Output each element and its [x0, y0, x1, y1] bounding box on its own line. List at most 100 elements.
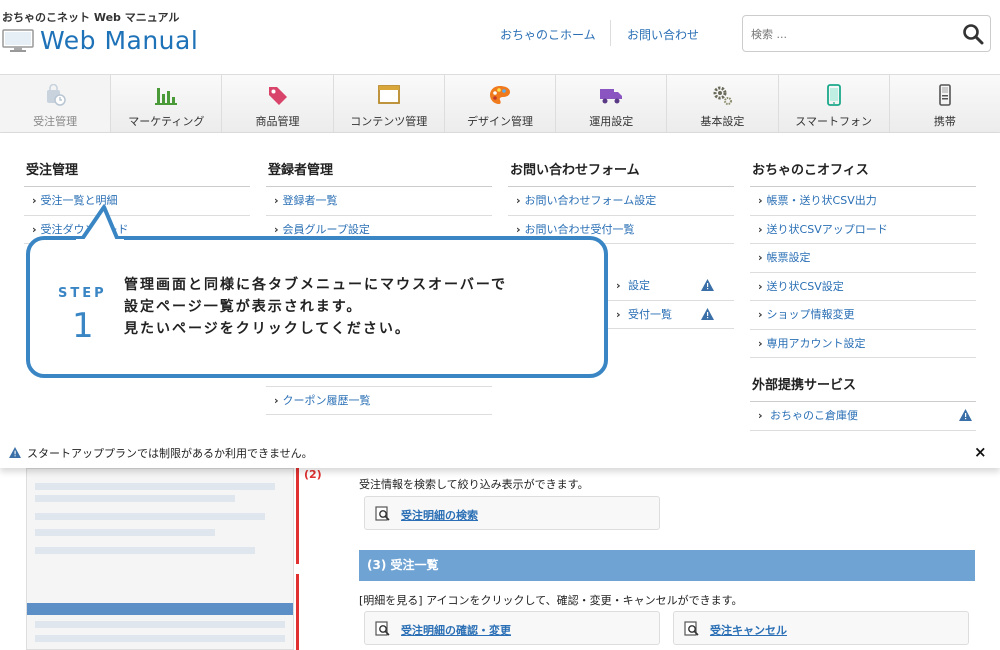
callout-line: 管理画面と同様に各タブメニューにマウスオーバーで	[124, 277, 508, 293]
menu-item[interactable]: お問い合わせフォーム設定	[508, 187, 734, 216]
menu-item[interactable]: クーポン履歴一覧	[266, 387, 492, 415]
order-icon	[47, 84, 66, 106]
menu-item[interactable]: 帳票設定	[750, 244, 976, 273]
warning-icon	[701, 307, 714, 320]
search-icon[interactable]	[962, 23, 984, 45]
menu-heading: 登録者管理	[266, 133, 492, 187]
menu-heading: 受注管理	[24, 133, 250, 187]
magnifier-doc-icon	[375, 621, 390, 636]
nav-tab-mobile[interactable]: 携帯	[890, 75, 1000, 132]
nav-tab-design[interactable]: デザイン管理	[445, 75, 557, 132]
section-heading: (3) 受注一覧	[359, 550, 975, 581]
search-box[interactable]	[742, 15, 991, 52]
nav-label: 商品管理	[255, 115, 300, 128]
nav-tab-contents[interactable]: コンテンツ管理	[334, 75, 445, 132]
thumbnail-row	[35, 483, 275, 490]
menu-item[interactable]: 専用アカウント設定	[750, 330, 976, 358]
plan-notice: スタートアッププランでは制限があるか利用できません。 ×	[0, 440, 1000, 465]
thumbnail-row	[35, 513, 265, 520]
order-cancel-link[interactable]: 受注キャンセル	[673, 611, 969, 645]
nav-tab-products[interactable]: 商品管理	[222, 75, 334, 132]
nav-label: 携帯	[933, 115, 956, 128]
step-number: 1	[72, 306, 94, 346]
marker-number: (2)	[304, 468, 322, 481]
monitor-icon	[2, 28, 34, 52]
menu-item[interactable]: 帳票・送り状CSV出力	[750, 187, 976, 216]
tag-icon	[268, 87, 287, 105]
warning-icon	[701, 279, 714, 291]
menu-item[interactable]: 送り状CSV設定	[750, 273, 976, 301]
callout-line: 見たいページをクリックしてください。	[124, 321, 411, 337]
window-icon	[377, 85, 400, 104]
thumbnail-header-bar	[27, 603, 293, 615]
menu-heading: おちゃのこオフィス	[750, 133, 976, 187]
menu-item[interactable]: 送り状CSVアップロード	[750, 216, 976, 244]
nav-label: 基本設定	[700, 115, 745, 128]
brand-name: Web Manual	[40, 26, 199, 55]
site-header: おちゃのこネット Web マニュアル Web Manual おちゃのこホーム お…	[0, 0, 1000, 74]
link-label: 受注明細の検索	[401, 509, 478, 522]
menu-item[interactable]: 登録者一覧	[266, 187, 492, 216]
callout-pointer	[76, 205, 124, 245]
palette-icon	[489, 86, 510, 104]
nav-label: 受注管理	[33, 115, 78, 128]
nav-tab-basic-settings[interactable]: 基本設定	[667, 75, 779, 132]
site-caption: おちゃのこネット Web マニュアル	[2, 11, 180, 24]
nav-tab-smartphone[interactable]: スマートフォン	[779, 75, 890, 132]
menu-item-label: 受付一覧	[628, 307, 673, 321]
nav-label: コンテンツ管理	[350, 115, 428, 128]
thumbnail-row	[35, 621, 285, 628]
order-detail-link[interactable]: 受注明細の確認・変更	[364, 611, 660, 645]
close-icon[interactable]: ×	[974, 443, 987, 461]
nav-tab-orders[interactable]: 受注管理	[0, 75, 112, 132]
magnifier-doc-icon	[375, 506, 390, 521]
link-label: 受注キャンセル	[710, 624, 787, 637]
menu-item[interactable]: おちゃのこ倉庫便	[750, 402, 976, 431]
contact-link[interactable]: お問い合わせ	[627, 26, 699, 43]
step-callout: STEP 1 管理画面と同様に各タブメニューにマウスオーバーで 設定ページ一覧が…	[26, 236, 608, 378]
menu-column-office: おちゃのこオフィス 帳票・送り状CSV出力 送り状CSVアップロード 帳票設定 …	[750, 133, 976, 431]
callout-line: 設定ページ一覧が表示されます。	[124, 299, 363, 315]
warning-icon	[959, 409, 972, 421]
bar-chart-icon	[155, 88, 178, 105]
nav-tab-operation[interactable]: 運用設定	[556, 75, 668, 132]
main-nav: 受注管理 マーケティング 商品管理 コンテンツ管理 デザイン管理 運用設定 基本…	[0, 74, 1000, 133]
page-content: (2) 受注情報を検索して絞り込み表示ができます。 受注明細の検索 (3) 受注…	[0, 468, 1000, 650]
link-label: 受注明細の確認・変更	[401, 624, 511, 637]
nav-label: マーケティング	[128, 115, 205, 128]
mobile-phone-icon	[939, 84, 951, 106]
thumbnail-row	[35, 635, 285, 642]
nav-label: スマートフォン	[795, 115, 872, 128]
search-detail-link[interactable]: 受注明細の検索	[364, 496, 660, 530]
menu-heading: 外部提携サービス	[750, 358, 976, 402]
thumbnail-row	[35, 495, 235, 502]
marker-bracket	[296, 468, 299, 564]
callout-text: 管理画面と同様に各タブメニューにマウスオーバーで 設定ページ一覧が表示されます。…	[124, 274, 507, 340]
warning-icon	[9, 447, 21, 458]
marker-bracket	[296, 574, 299, 650]
screenshot-thumbnail	[26, 468, 294, 650]
home-link[interactable]: おちゃのこホーム	[500, 26, 596, 43]
menu-item-label: おちゃのこ倉庫便	[770, 409, 859, 422]
notice-text: スタートアッププランでは制限があるか利用できません。	[27, 447, 313, 460]
menu-column-orders: 受注管理 受注一覧と明細 受注ダウンロード	[24, 133, 250, 244]
menu-item-label: 設定	[628, 279, 651, 292]
nav-label: 運用設定	[589, 115, 634, 128]
nav-label: デザイン管理	[466, 115, 533, 128]
thumbnail-row	[35, 547, 255, 554]
menu-heading: お問い合わせフォーム	[508, 133, 734, 187]
smartphone-icon	[826, 84, 841, 106]
nav-tab-marketing[interactable]: マーケティング	[111, 75, 223, 132]
brand-logo[interactable]: Web Manual	[2, 26, 198, 55]
menu-item[interactable]: ショップ情報変更	[750, 301, 976, 330]
search-input[interactable]	[751, 24, 951, 44]
gears-icon	[713, 86, 733, 105]
thumbnail-row	[35, 529, 215, 536]
search-description: 受注情報を検索して絞り込み表示ができます。	[359, 478, 589, 491]
header-divider	[610, 20, 611, 46]
magnifier-doc-icon	[684, 621, 699, 636]
truck-icon	[600, 89, 623, 104]
step-label: STEP	[58, 286, 107, 301]
list-description: [明細を見る] アイコンをクリックして、確認・変更・キャンセルができます。	[359, 594, 743, 607]
menu-item[interactable]: 受注一覧と明細	[24, 187, 250, 216]
